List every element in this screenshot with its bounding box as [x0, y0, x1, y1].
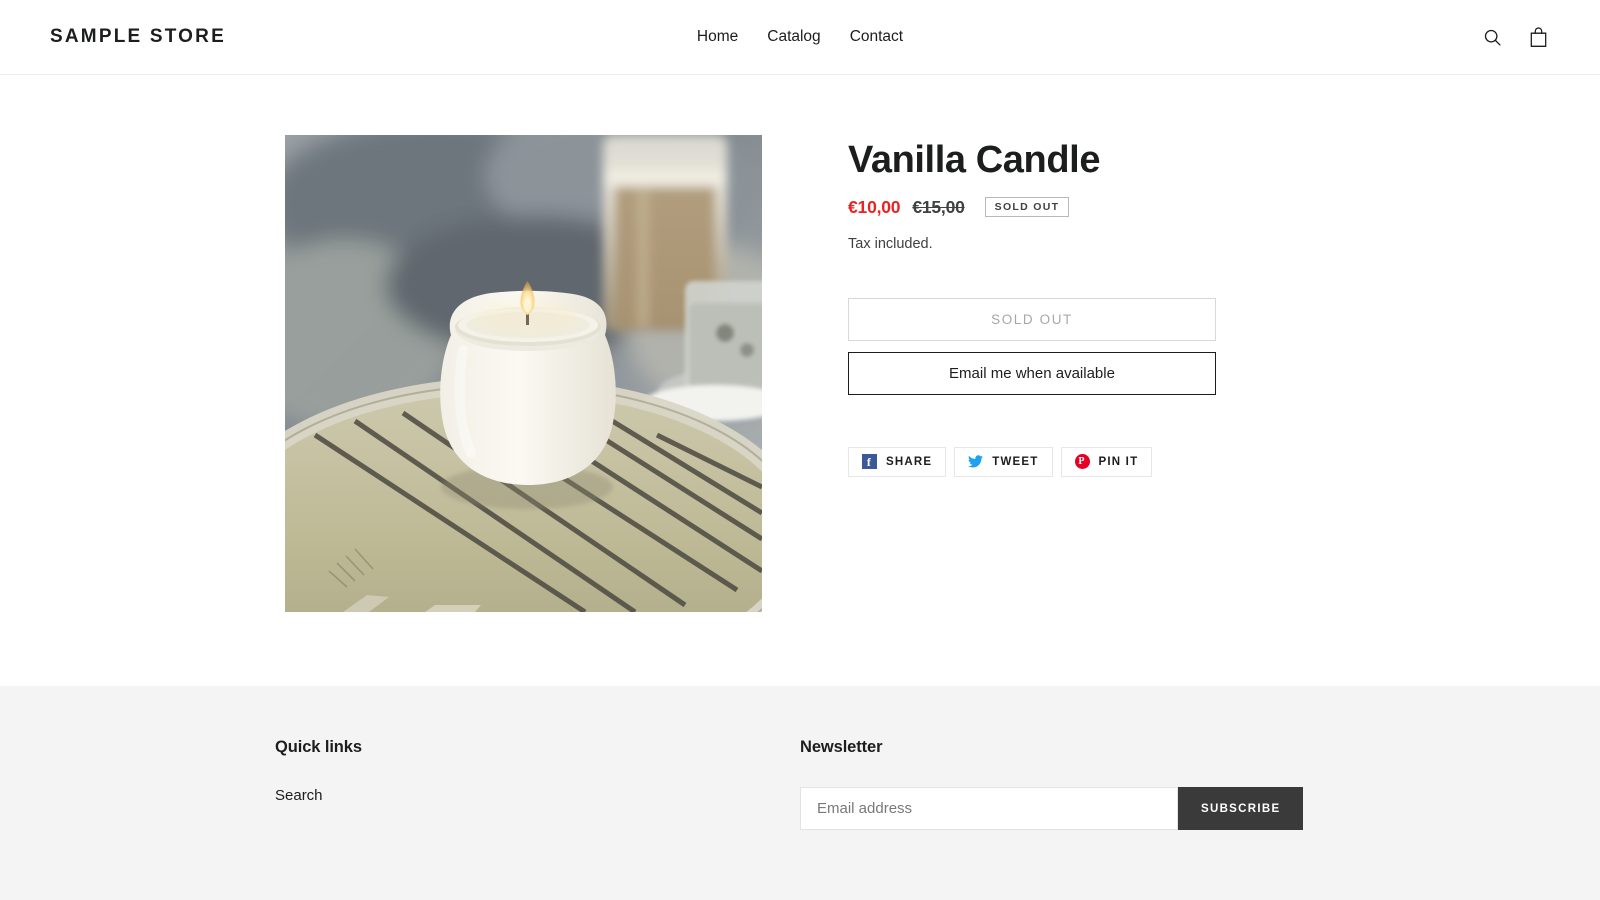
subscribe-button[interactable]: SUBSCRIBE: [1178, 787, 1304, 830]
footer-quick-links-column: Quick links Search: [275, 738, 800, 830]
sale-price: €10,00: [848, 196, 901, 217]
email-input[interactable]: [800, 787, 1178, 830]
sold-out-button[interactable]: SOLD OUT: [848, 297, 1216, 341]
share-pinterest-button[interactable]: P PIN IT: [1060, 446, 1153, 477]
product-image[interactable]: [285, 135, 762, 612]
product-main: Vanilla Candle €10,00 €15,00 SOLD OUT Ta…: [0, 75, 1600, 612]
storefront-page: SAMPLE STORE Home Catalog Contact Vanill…: [0, 0, 1600, 900]
site-footer: Quick links Search Newsletter SUBSCRIBE: [0, 686, 1600, 900]
quick-links-heading: Quick links: [275, 738, 362, 756]
share-facebook-button[interactable]: f SHARE: [848, 446, 947, 477]
shopping-bag-icon[interactable]: [1526, 25, 1550, 49]
share-facebook-label: SHARE: [886, 455, 933, 468]
nav-item-catalog[interactable]: Catalog: [767, 29, 820, 45]
store-logo[interactable]: SAMPLE STORE: [50, 26, 226, 48]
twitter-icon: [968, 454, 984, 469]
newsletter-heading: Newsletter: [800, 738, 883, 756]
footer-inner: Quick links Search Newsletter SUBSCRIBE: [50, 738, 1550, 830]
product-info-column: Vanilla Candle €10,00 €15,00 SOLD OUT Ta…: [810, 135, 1330, 612]
search-icon[interactable]: [1480, 25, 1504, 49]
footer-link-search[interactable]: Search: [275, 787, 323, 804]
nav-item-home[interactable]: Home: [697, 29, 738, 45]
email-me-when-available-button[interactable]: Email me when available: [848, 351, 1216, 395]
share-twitter-label: TWEET: [992, 455, 1039, 468]
newsletter-form: SUBSCRIBE: [800, 787, 1320, 830]
status-badge: SOLD OUT: [984, 196, 1070, 218]
pinterest-icon: P: [1074, 454, 1090, 470]
footer-newsletter-column: Newsletter SUBSCRIBE: [800, 738, 1320, 830]
share-twitter-button[interactable]: TWEET: [954, 446, 1053, 477]
header-icon-group: [1480, 25, 1550, 49]
social-share-row: f SHARE TWEET P PIN IT: [848, 446, 1330, 477]
main-navigation: Home Catalog Contact: [697, 29, 903, 45]
nav-item-contact[interactable]: Contact: [850, 29, 903, 45]
compare-at-price: €15,00: [912, 196, 965, 217]
share-pinterest-label: PIN IT: [1098, 455, 1139, 468]
product-media-column: [50, 135, 810, 612]
facebook-icon: f: [862, 454, 877, 470]
product-title: Vanilla Candle: [848, 139, 1101, 181]
site-header: SAMPLE STORE Home Catalog Contact: [0, 0, 1600, 75]
tax-note: Tax included.: [848, 235, 933, 252]
price-row: €10,00 €15,00 SOLD OUT: [848, 197, 1330, 218]
